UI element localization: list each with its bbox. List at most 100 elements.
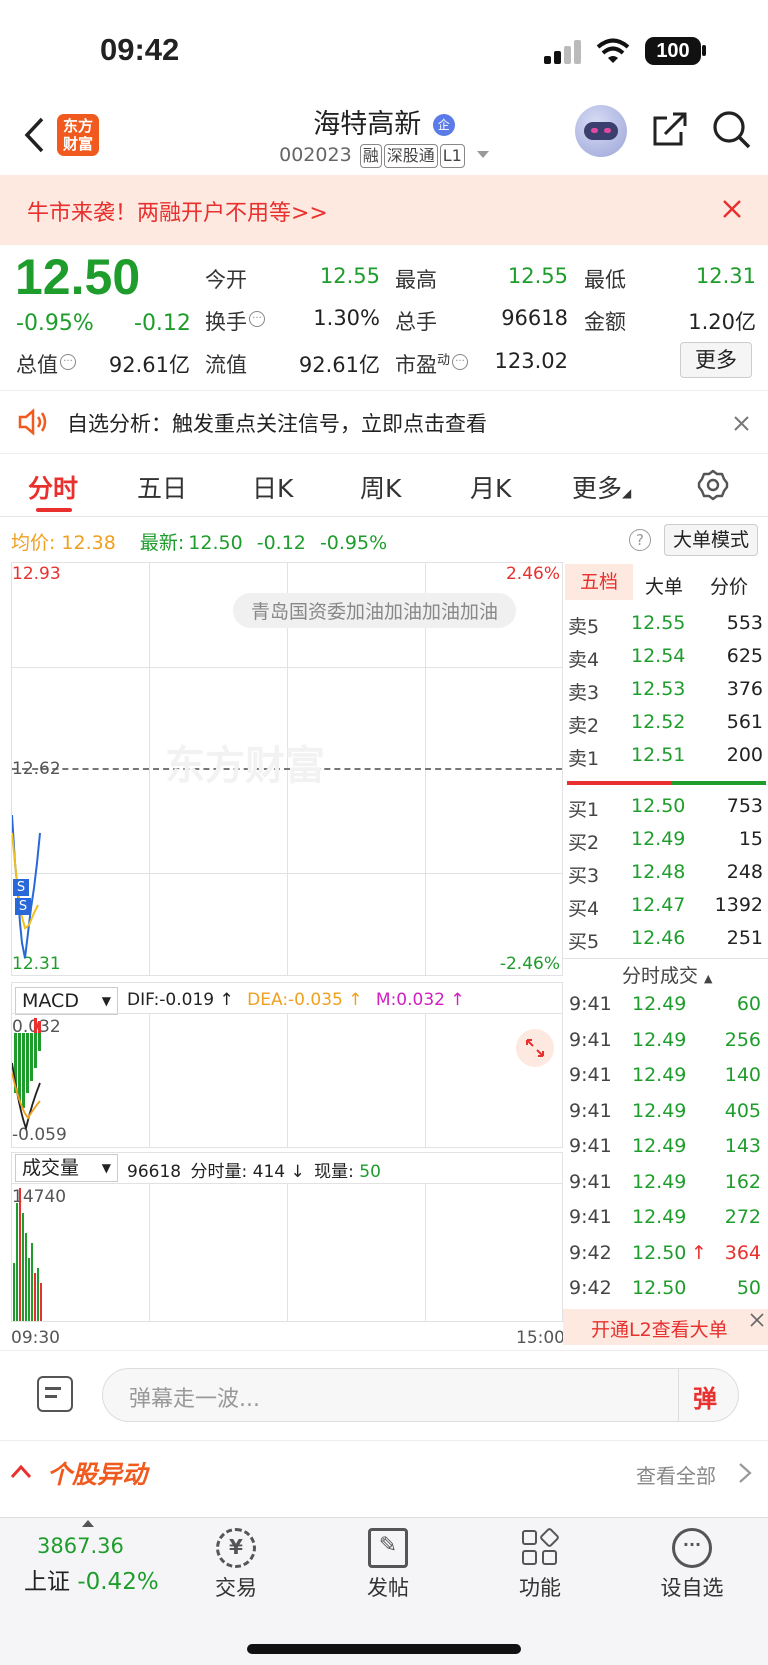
trade-row: 9:42 12.50 50 xyxy=(569,1277,761,1299)
nav-add-watchlist[interactable]: ··· 设自选 xyxy=(642,1528,742,1602)
macd-dif: DIF:-0.019 ↑ xyxy=(127,990,234,1010)
tab-level5[interactable]: 五档 xyxy=(565,564,633,600)
float-mcap-value: 92.61亿 xyxy=(298,353,380,377)
index-pct: -0.42% xyxy=(77,1569,159,1595)
info-icon: ··· xyxy=(249,311,265,327)
tab-daily-k[interactable]: 日K xyxy=(252,469,293,505)
trade-row: 9:42 12.50 ↑ 364 xyxy=(569,1241,761,1264)
trade-row: 9:41 12.49 405 xyxy=(569,1099,761,1122)
last-price: 12.50 xyxy=(15,249,141,305)
tab-more[interactable]: 更多◢ xyxy=(572,469,631,505)
promo-text: 牛市来袭！两融开户不用等>> xyxy=(27,201,328,226)
comment-settings-icon[interactable] xyxy=(37,1376,73,1412)
open-value: 12.55 xyxy=(319,264,380,288)
send-danmaku-button[interactable]: 弹 xyxy=(693,1379,717,1414)
macd-selector[interactable]: MACD ▼ xyxy=(15,987,118,1015)
avg-price: 12.38 xyxy=(61,532,116,554)
change-amount: -0.12 xyxy=(134,311,191,336)
tab-intraday[interactable]: 分时 xyxy=(28,469,78,505)
bid-row: 买3 12.48 248 xyxy=(568,861,763,887)
stock-code: 002023 xyxy=(279,144,352,166)
grid-icon xyxy=(520,1526,561,1568)
chart-info-line: 均价: 12.38 最新: 12.50 -0.12 -0.95% xyxy=(11,532,388,554)
volume-selector[interactable]: 成交量 ▼ xyxy=(15,1154,118,1182)
tab-five-day[interactable]: 五日 xyxy=(137,469,187,505)
big-order-mode-button[interactable]: 大单模式 xyxy=(664,524,758,556)
trade-row: 9:41 12.49 256 xyxy=(569,1028,761,1051)
change-pct: -0.95% xyxy=(16,311,94,336)
index-name: 上证 xyxy=(24,1569,70,1595)
volume-bars xyxy=(13,1188,42,1321)
macd-m: M:0.032 ↑ xyxy=(375,990,465,1010)
l2-upgrade-bar[interactable]: 开通L2查看大单 xyxy=(563,1309,768,1345)
gear-icon[interactable] xyxy=(697,469,729,501)
info-icon: ··· xyxy=(452,354,469,370)
expand-icon[interactable] xyxy=(516,1029,554,1067)
status-bar: 09:42 100 xyxy=(0,0,768,100)
status-time: 09:42 xyxy=(100,32,180,67)
trade-row: 9:41 12.49 272 xyxy=(569,1206,761,1228)
open-label: 今开 xyxy=(205,268,247,292)
comment-input[interactable]: 弹幕走一波... 弹 xyxy=(102,1368,739,1422)
bid-ratio-bar xyxy=(672,781,766,785)
stock-name: 海特高新 xyxy=(313,109,422,140)
macd-panel: MACD ▼ DIF:-0.019 ↑ DEA:-0.035 ↑ M:0.032 … xyxy=(11,982,563,1148)
ask-row: 卖3 12.53 376 xyxy=(568,678,763,704)
intraday-chart[interactable]: 东方财富 12.93 2.46% 12.62 12.31 -2.46% 青岛国资… xyxy=(11,562,563,976)
section-title: 个股异动 xyxy=(47,1460,148,1489)
close-icon[interactable] xyxy=(734,416,749,431)
bid-row: 买4 12.47 1392 xyxy=(568,894,763,920)
ask-row: 卖1 12.51 200 xyxy=(568,744,763,770)
index-ticker[interactable]: 3867.36 上证 -0.42% xyxy=(14,1518,174,1618)
macd-dea: DEA:-0.035 ↑ xyxy=(247,990,363,1010)
share-icon[interactable] xyxy=(651,110,689,148)
search-icon[interactable] xyxy=(712,110,752,150)
trade-row: 9:41 12.49 140 xyxy=(569,1064,761,1086)
current-volume: 50 xyxy=(359,1162,381,1182)
stock-movement-section[interactable]: 个股异动 查看全部 xyxy=(0,1440,768,1502)
nav-trade[interactable]: ¥ 交易 xyxy=(186,1528,286,1602)
more-button[interactable]: 更多 xyxy=(680,342,752,378)
low-value: 12.31 xyxy=(695,264,756,288)
caret-up-icon xyxy=(82,1520,94,1527)
trade-icon: ¥ xyxy=(216,1528,256,1568)
robot-avatar[interactable] xyxy=(575,105,627,157)
time-start-label: 09:30 xyxy=(11,1328,60,1348)
amount-label: 金额 xyxy=(584,310,626,334)
close-icon[interactable] xyxy=(750,1313,764,1327)
ask-ratio-bar xyxy=(567,781,672,785)
volume-panel: 成交量 ▼ 96618 分时量: 414 ↓ 现量: 50 14740 xyxy=(11,1152,563,1322)
nav-functions[interactable]: 功能 xyxy=(490,1526,590,1602)
chevron-right-icon xyxy=(739,1463,752,1483)
nav-post[interactable]: ✎ 发帖 xyxy=(338,1528,438,1602)
tag-connect: 深股通 xyxy=(383,144,438,168)
macd-bars xyxy=(12,1018,41,1131)
turnover-label: 换手 ··· xyxy=(205,306,265,336)
tab-big-orders[interactable]: 大单 xyxy=(645,572,683,599)
float-mcap-label: 流值 xyxy=(205,353,247,377)
tab-monthly-k[interactable]: 月K xyxy=(470,469,511,505)
tab-price-dist[interactable]: 分价 xyxy=(710,572,748,599)
trade-row: 9:41 12.49 143 xyxy=(569,1135,761,1157)
ask-row: 卖5 12.55 553 xyxy=(568,612,763,638)
pe-value: 123.02 xyxy=(494,349,568,373)
tab-weekly-k[interactable]: 周K xyxy=(360,469,401,505)
close-icon[interactable] xyxy=(722,199,742,219)
view-all-link[interactable]: 查看全部 xyxy=(636,1460,716,1489)
trades-title[interactable]: 分时成交 ▲ xyxy=(622,961,712,988)
analysis-notice[interactable]: 自选分析：触发重点关注信号，立即点击查看 xyxy=(0,390,768,454)
high-label: 最高 xyxy=(395,268,437,292)
trade-row: 9:41 12.49 60 xyxy=(569,993,761,1015)
chevron-up-icon xyxy=(10,1464,32,1479)
promo-banner[interactable]: 牛市来袭！两融开户不用等>> xyxy=(0,175,768,245)
arrow-up-icon: ↑ xyxy=(691,1241,707,1264)
signal-icon xyxy=(544,40,584,64)
mcap-value: 92.61亿 xyxy=(108,353,190,377)
bottom-nav: 3867.36 上证 -0.42% ¥ 交易 ✎ 发帖 功能 ··· 设自选 xyxy=(0,1517,768,1665)
latest-price: 12.50 xyxy=(188,532,243,554)
bid-row: 买1 12.50 753 xyxy=(568,795,763,821)
volume-label: 总手 xyxy=(395,310,437,334)
help-icon[interactable]: ? xyxy=(629,529,651,551)
sell-marker-icon: S xyxy=(15,898,31,915)
sell-marker-icon: S xyxy=(13,879,29,896)
